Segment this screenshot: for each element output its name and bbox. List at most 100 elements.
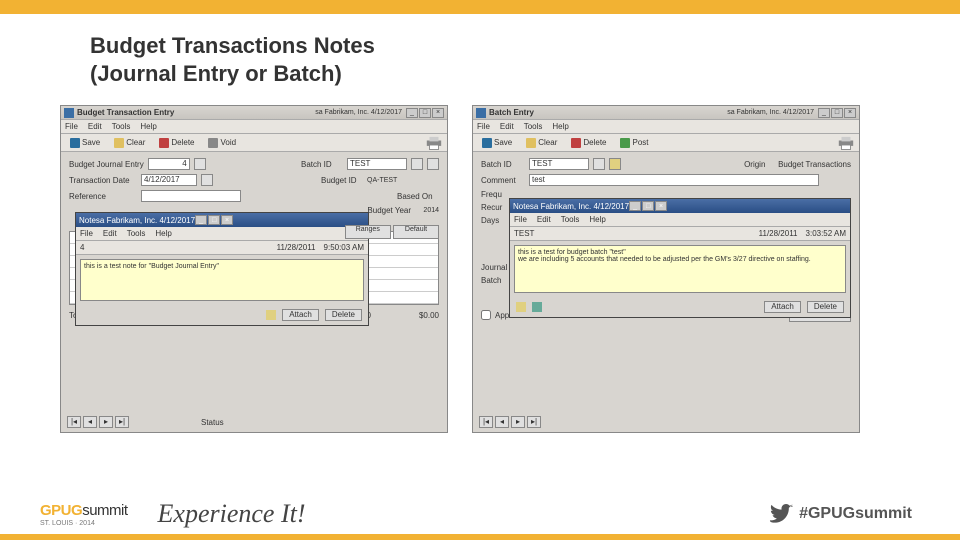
minimize-button[interactable]: _ [818,108,830,118]
note-delete-button[interactable]: Delete [807,301,844,313]
close-button[interactable]: × [844,108,856,118]
batch-lookup-button[interactable] [593,158,605,170]
budget-id-label: Budget ID [321,176,363,185]
tagline: Experience It! [158,499,306,529]
menu-help[interactable]: Help [552,122,568,131]
note-print-icon[interactable] [532,302,542,312]
nav-next[interactable]: ▸ [511,416,525,428]
save-button[interactable]: Save [65,137,105,149]
delete-button[interactable]: Delete [154,137,199,149]
note-menu-help[interactable]: Help [155,229,171,238]
lookup-button[interactable] [194,158,206,170]
note-titlebar[interactable]: Note sa Fabrikam, Inc. 4/12/2017 _ □ × [76,213,368,227]
titlebar[interactable]: Batch Entry sa Fabrikam, Inc. 4/12/2017 … [473,106,859,120]
menu-edit[interactable]: Edit [88,122,102,131]
batch-lookup-button[interactable] [411,158,423,170]
clear-button[interactable]: Clear [521,137,562,149]
attach-button[interactable]: Attach [764,301,801,313]
window-title: Budget Transaction Entry [77,108,174,117]
menu-file[interactable]: File [477,122,490,131]
budget-year-label: Budget Year [367,206,419,215]
batch-note-button[interactable] [609,158,621,170]
print-icon[interactable] [425,136,443,150]
menu-tools[interactable]: Tools [112,122,131,131]
menu-tools[interactable]: Tools [524,122,543,131]
calendar-button[interactable] [201,174,213,186]
default-button[interactable]: Default [393,225,439,239]
clear-button[interactable]: Clear [109,137,150,149]
note-menu-tools[interactable]: Tools [561,215,580,224]
batch-entry-window: Batch Entry sa Fabrikam, Inc. 4/12/2017 … [472,105,860,433]
note-delete-button[interactable]: Delete [325,309,362,321]
note-textarea[interactable]: this is a test for budget batch "test" w… [514,245,846,293]
note-attachment-icon[interactable] [266,310,276,320]
note-menu-file[interactable]: File [514,215,527,224]
titlebar[interactable]: Budget Transaction Entry sa Fabrikam, In… [61,106,447,120]
journal-label: Journal [481,263,509,272]
note-maximize[interactable]: □ [642,201,654,211]
minimize-button[interactable]: _ [406,108,418,118]
note-attachment-icon[interactable] [516,302,526,312]
print-icon[interactable] [837,136,855,150]
note-maximize[interactable]: □ [208,215,220,225]
nav-last[interactable]: ▸| [527,416,541,428]
nav-first[interactable]: |◂ [479,416,493,428]
menu-edit[interactable]: Edit [500,122,514,131]
note-minimize[interactable]: _ [195,215,207,225]
note-time: 3:03:52 AM [806,229,846,238]
nav-prev[interactable]: ◂ [83,416,97,428]
reference-input[interactable] [141,190,241,202]
session-info: sa Fabrikam, Inc. 4/12/2017 [315,109,402,116]
save-button[interactable]: Save [477,137,517,149]
maximize-button[interactable]: □ [419,108,431,118]
note-session: sa Fabrikam, Inc. 4/12/2017 [530,202,629,211]
ranges-button[interactable]: Ranges [345,225,391,239]
toolbar: Save Clear Delete Void [61,134,447,152]
slide-top-bar [0,0,960,14]
note-time: 9:50:03 AM [324,243,364,252]
note-textarea[interactable]: this is a test note for "Budget Journal … [80,259,364,301]
nav-last[interactable]: ▸| [115,416,129,428]
approved-checkbox[interactable] [481,310,491,320]
total-2: $0.00 [419,311,439,320]
note-close[interactable]: × [221,215,233,225]
save-icon [482,138,492,148]
budget-year-value: 2014 [423,207,439,214]
batch-id-label: Batch ID [481,160,525,169]
note-menu-file[interactable]: File [80,229,93,238]
maximize-button[interactable]: □ [831,108,843,118]
reference-label: Reference [69,192,137,201]
batch-id-input[interactable]: TEST [529,158,589,170]
journal-entry-input[interactable]: 4 [148,158,190,170]
slide-footer: GPUGsummit ST. LOUIS · 2014 Experience I… [0,488,960,540]
note-titlebar[interactable]: Note sa Fabrikam, Inc. 4/12/2017 _ □ × [510,199,850,213]
note-title-text: Note [513,202,530,211]
note-menu-help[interactable]: Help [589,215,605,224]
menu-help[interactable]: Help [140,122,156,131]
note-menu-edit[interactable]: Edit [537,215,551,224]
delete-button[interactable]: Delete [566,137,611,149]
note-menu-tools[interactable]: Tools [127,229,146,238]
void-button[interactable]: Void [203,137,241,149]
budget-id-value: QA-TEST [367,177,439,184]
attach-button[interactable]: Attach [282,309,319,321]
note-window: Note sa Fabrikam, Inc. 4/12/2017 _ □ × F… [509,198,851,318]
note-menu-edit[interactable]: Edit [103,229,117,238]
days-label: Days [481,216,509,225]
nav-next[interactable]: ▸ [99,416,113,428]
batch-id-label: Batch ID [301,160,343,169]
note-minimize[interactable]: _ [629,201,641,211]
nav-first[interactable]: |◂ [67,416,81,428]
nav-prev[interactable]: ◂ [495,416,509,428]
hashtag-text: #GPUGsummit [799,505,912,523]
close-button[interactable]: × [432,108,444,118]
menu-file[interactable]: File [65,122,78,131]
slide-bottom-bar [0,534,960,540]
comment-input[interactable]: test [529,174,819,186]
post-button[interactable]: Post [615,137,653,149]
note-date: 11/28/2011 [759,229,798,238]
transaction-date-input[interactable]: 4/12/2017 [141,174,197,186]
batch-id-input[interactable]: TEST [347,158,407,170]
note-close[interactable]: × [655,201,667,211]
batch-expand-button[interactable] [427,158,439,170]
